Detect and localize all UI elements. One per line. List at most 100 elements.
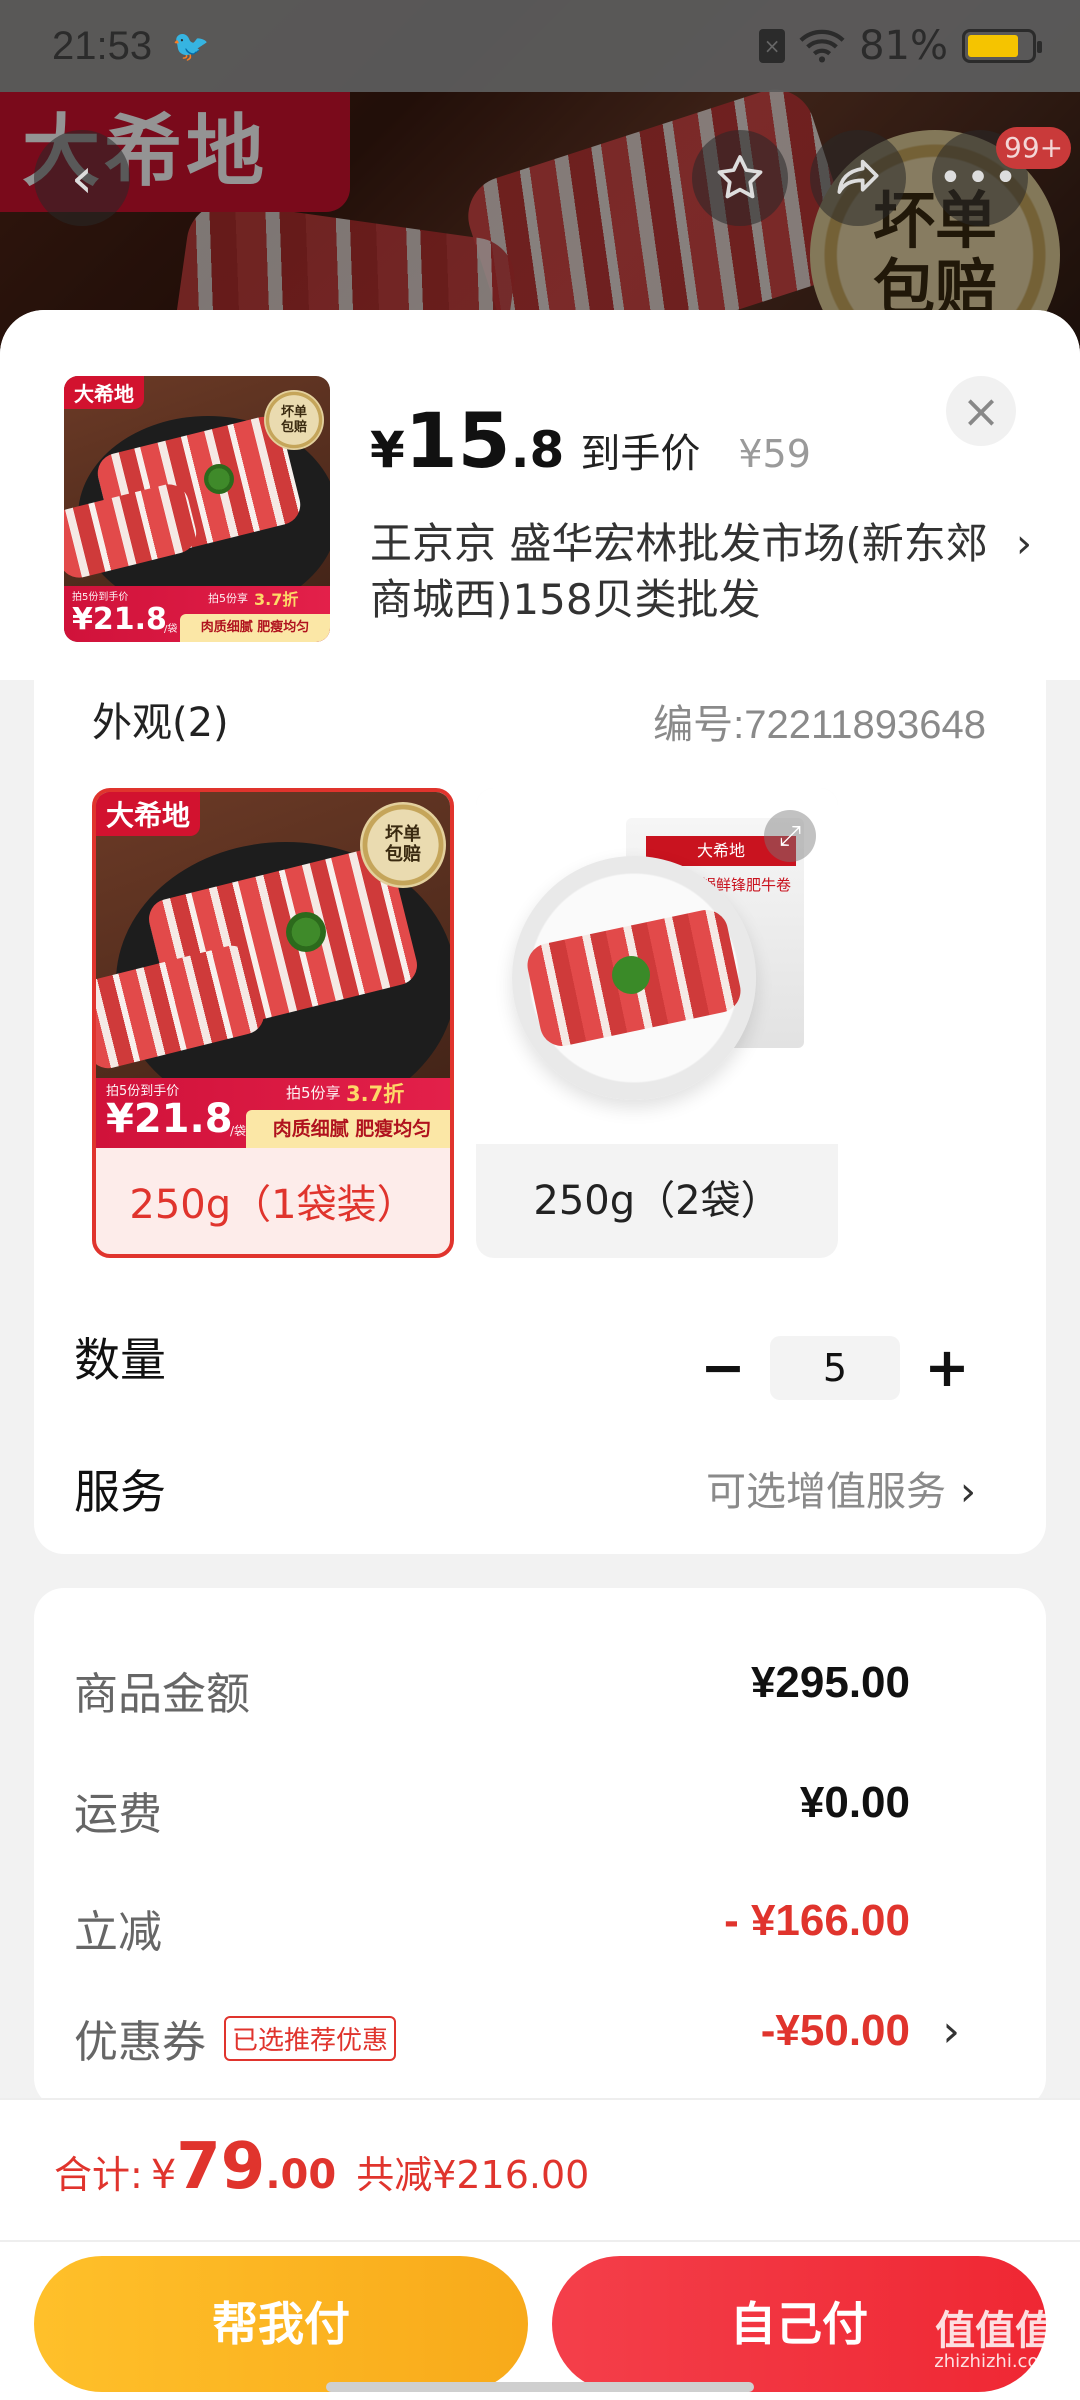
quantity-input[interactable]: 5 — [770, 1336, 900, 1400]
parsley-graphic — [204, 464, 234, 494]
shop-name: 王京京 盛华宏林批发市场(新东郊商城西)158贝类批发 — [370, 519, 988, 624]
message-badge: 99+ — [996, 127, 1072, 169]
sku-1-bar-discount: 3.7折 — [346, 1082, 405, 1106]
quantity-label: 数量 — [74, 1333, 166, 1387]
back-button[interactable]: ‹ — [34, 130, 130, 226]
chevron-right-icon: › — [960, 1469, 976, 1515]
shipping-label: 运费 — [74, 1789, 162, 1840]
value-added-service-link[interactable]: 可选增值服务 › — [706, 1452, 976, 1532]
instant-discount-label: 立减 — [74, 1907, 162, 1958]
sku-option-2[interactable]: 大希地 火锅鲜锋肥牛卷 ⤢ 250g（2袋） — [476, 788, 838, 1258]
price-breakdown-card: 商品金额 ¥295.00 运费 ¥0.00 立减 - ¥166.00 优惠券 已选… — [34, 1588, 1046, 2108]
sku-option-2-label: 250g（2袋） — [533, 1178, 781, 1224]
total-decimal: .00 — [265, 2152, 337, 2198]
close-button[interactable]: × — [946, 376, 1016, 446]
home-indicator[interactable] — [326, 2382, 754, 2392]
price-integer: 15 — [404, 396, 511, 485]
shop-link[interactable]: 王京京 盛华宏林批发市场(新东郊商城西)158贝类批发 › — [370, 516, 1032, 628]
battery-icon — [962, 29, 1042, 63]
sku-1-tagline: 肉质细腻 肥瘦均匀 — [246, 1110, 450, 1148]
site-watermark: 值值值 zhizhizhi.com — [934, 2310, 1056, 2372]
quantity-stepper: − 5 + — [688, 1328, 982, 1408]
sku-1-seal-text: 坏单包赔 — [385, 824, 421, 865]
total-savings: 共减¥216.00 — [356, 2153, 590, 2197]
checkout-bar: 合计: ¥ 79 .00 共减¥216.00 帮我付 自己付 — [0, 2098, 1080, 2400]
quantity-row: 数量 − 5 + — [74, 1320, 1006, 1400]
thumb-bar-small-1: 拍5份到手价 — [72, 592, 129, 603]
sku-option-1-label: 250g（1袋装） — [129, 1182, 417, 1228]
chevron-left-icon: ‹ — [70, 145, 94, 211]
sku-option-1[interactable]: 大希地 坏单包赔 拍5份到手价 ¥21.8 /袋 拍5份享 3.7折 肉质细腻 … — [92, 788, 454, 1258]
battery-level — [968, 35, 1019, 57]
sku-1-guarantee-seal: 坏单包赔 — [360, 802, 446, 888]
app-notification-icon: 🐦 — [172, 28, 210, 64]
sku-1-bar-small-2: 拍5份享 — [286, 1084, 341, 1102]
package-brand: 大希地 — [696, 841, 745, 860]
original-price: ¥59 — [738, 432, 811, 476]
watermark-text: 值值值 — [935, 2308, 1056, 2354]
goods-amount-row: 商品金额 ¥295.00 — [74, 1658, 1004, 1722]
wifi-icon — [799, 29, 845, 63]
total-label: 合计: — [54, 2153, 143, 2197]
sku-1-image: 大希地 坏单包赔 拍5份到手价 ¥21.8 /袋 拍5份享 3.7折 肉质细腻 … — [96, 792, 450, 1148]
coupon-row[interactable]: 优惠券 已选推荐优惠 -¥50.00 › — [74, 2006, 1004, 2070]
appearance-title: 外观(2) — [92, 700, 229, 746]
expand-icon[interactable]: ⤢ — [764, 810, 816, 862]
share-icon — [837, 159, 879, 194]
instant-discount-value: - ¥166.00 — [724, 1896, 910, 1945]
share-button[interactable] — [810, 130, 906, 226]
sim-icon: × — [759, 29, 786, 63]
parsley-graphic — [612, 956, 650, 994]
thumb-bar-unit: /袋 — [164, 624, 178, 635]
thumb-bar-small-2: 拍5份享 — [208, 592, 248, 605]
thumb-brand-tag: 大希地 — [64, 376, 144, 409]
thumb-bar-price: ¥21.8 — [72, 602, 167, 637]
thumb-guarantee-seal: 坏单包赔 — [264, 390, 324, 450]
status-bar: 21:53 🐦 × 81% — [0, 0, 1080, 92]
price-decimal: .8 — [510, 421, 565, 479]
service-link-text: 可选增值服务 — [706, 1469, 946, 1515]
chevron-right-icon: › — [942, 2006, 960, 2057]
sheet-header: 大希地 坏单包赔 拍5份到手价 ¥21.8 /袋 拍5份享 3.7折 肉质细腻 … — [0, 310, 1080, 680]
final-price: ¥ 15 .8 到手价 ¥59 — [370, 396, 811, 485]
service-label: 服务 — [74, 1465, 166, 1519]
dish-graphic — [512, 856, 756, 1100]
thumb-bar-discount: 3.7折 — [254, 590, 299, 609]
sku-1-price-bar: 拍5份到手价 ¥21.8 /袋 拍5份享 3.7折 肉质细腻 肥瘦均匀 — [96, 1078, 450, 1148]
price-currency: ¥ — [370, 421, 405, 479]
decrease-button[interactable]: − — [688, 1328, 758, 1408]
coupon-value: -¥50.00 — [760, 2006, 910, 2055]
divider — [0, 2240, 1080, 2242]
thumb-price-bar: 拍5份到手价 ¥21.8 /袋 拍5份享 3.7折 肉质细腻 肥瘦均匀 — [64, 586, 330, 642]
sku-1-bar-price: ¥21.8 — [106, 1096, 233, 1142]
star-icon — [717, 155, 763, 199]
goods-amount-label: 商品金额 — [74, 1669, 250, 1720]
close-icon: × — [961, 384, 1001, 438]
thumbnail-image: 大希地 坏单包赔 拍5份到手价 ¥21.8 /袋 拍5份享 3.7折 肉质细腻 … — [64, 376, 330, 642]
total-currency: ¥ — [150, 2152, 177, 2198]
thumb-seal-text: 坏单包赔 — [280, 405, 307, 435]
goods-amount-value: ¥295.00 — [750, 1658, 910, 1707]
product-code: 编号:72211893648 — [653, 703, 986, 747]
options-card: 外观(2) 编号:72211893648 大希地 坏单包赔 拍5份到手价 ¥21… — [34, 680, 1046, 1554]
service-row[interactable]: 服务 可选增值服务 › — [74, 1452, 1006, 1532]
order-total: 合计: ¥ 79 .00 共减¥216.00 — [54, 2130, 589, 2204]
product-thumbnail[interactable]: 大希地 坏单包赔 拍5份到手价 ¥21.8 /袋 拍5份享 3.7折 肉质细腻 … — [64, 376, 330, 642]
favorite-button[interactable] — [692, 130, 788, 226]
sku-option-2-image: 大希地 火锅鲜锋肥牛卷 ⤢ — [476, 788, 838, 1144]
status-time: 21:53 — [52, 23, 153, 68]
parsley-graphic — [286, 912, 326, 952]
shipping-row: 运费 ¥0.00 — [74, 1778, 1004, 1842]
price-label: 到手价 — [580, 431, 701, 477]
sku-1-bar-unit: /袋 — [230, 1124, 247, 1138]
sku-option-1-image: 大希地 坏单包赔 拍5份到手价 ¥21.8 /袋 拍5份享 3.7折 肉质细腻 … — [96, 792, 450, 1148]
thumb-tagline: 肉质细腻 肥瘦均匀 — [180, 614, 330, 642]
coupon-recommended-tag: 已选推荐优惠 — [224, 2016, 397, 2061]
coupon-label: 优惠券 — [74, 2017, 206, 2068]
help-me-pay-button[interactable]: 帮我付 — [34, 2256, 528, 2392]
watermark-url: zhizhizhi.com — [934, 2351, 1056, 2372]
total-integer: 79 — [176, 2130, 266, 2204]
increase-button[interactable]: + — [912, 1328, 982, 1408]
instant-discount-row: 立减 - ¥166.00 — [74, 1896, 1004, 1960]
sku-selection-sheet: 大希地 坏单包赔 拍5份到手价 ¥21.8 /袋 拍5份享 3.7折 肉质细腻 … — [0, 310, 1080, 2400]
